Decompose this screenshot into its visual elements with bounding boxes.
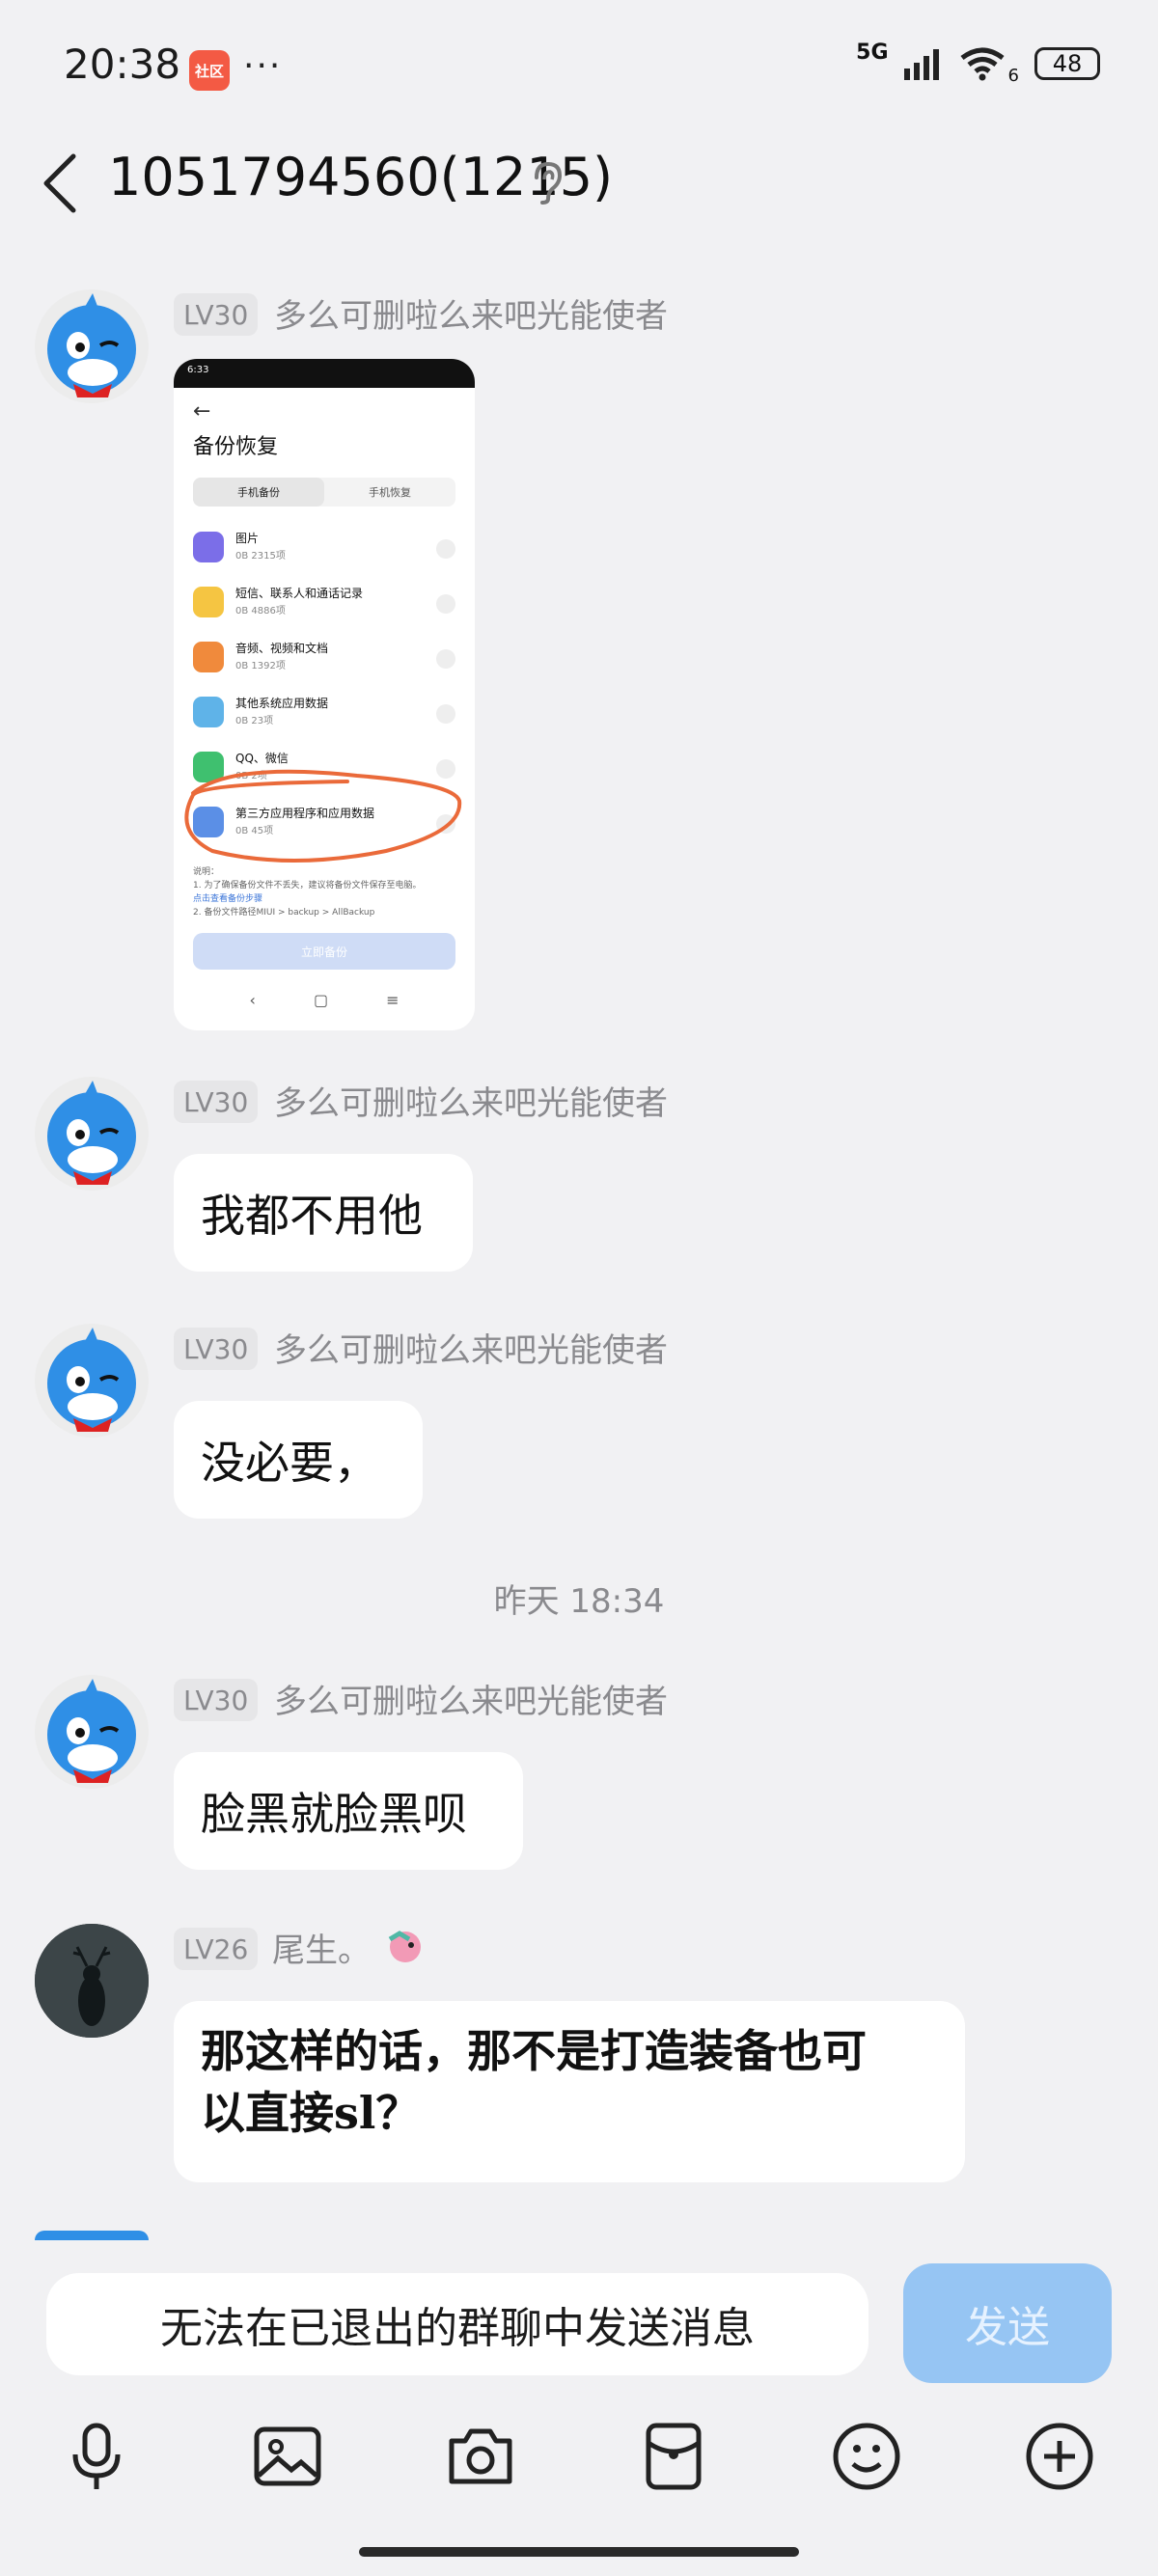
level-badge: LV26 xyxy=(174,1928,259,1970)
message-input[interactable]: 无法在已退出的群聊中发送消息 xyxy=(46,2273,868,2375)
next-message-peek xyxy=(35,2231,149,2240)
sender-name[interactable]: 多么可删啦么来吧光能使者 xyxy=(274,289,668,337)
level-badge: LV30 xyxy=(174,1328,259,1370)
sender-name[interactable]: 尾生。 xyxy=(272,1924,371,1971)
dragon-badge-icon xyxy=(388,1931,421,1962)
sender-name[interactable]: 多么可删啦么来吧光能使者 xyxy=(274,1675,668,1722)
avatar[interactable] xyxy=(35,1675,149,1789)
annotation-circle xyxy=(184,769,462,863)
level-badge: LV30 xyxy=(174,1081,259,1123)
avatar[interactable] xyxy=(35,289,149,403)
avatar[interactable] xyxy=(35,1077,149,1191)
image-message[interactable]: 6:33 ← 备份恢复 手机备份 手机恢复 图片 0B 2315项 短信、联系人和… xyxy=(174,359,475,1030)
sender-name[interactable]: 多么可删啦么来吧光能使者 xyxy=(274,1077,668,1124)
level-badge: LV30 xyxy=(174,1679,259,1721)
battery-icon: 48 xyxy=(1034,47,1100,80)
signal-icon xyxy=(903,49,939,80)
wifi-indicator: 6 xyxy=(1007,65,1019,86)
microphone-icon[interactable] xyxy=(58,2418,135,2495)
message-bubble[interactable]: 我都不用他 xyxy=(174,1154,473,1272)
home-indicator[interactable] xyxy=(359,2547,799,2557)
avatar[interactable] xyxy=(35,1924,149,2038)
more-notifications: ··· xyxy=(243,46,283,86)
status-time: 20:38 xyxy=(64,41,181,88)
red-packet-icon[interactable] xyxy=(635,2418,712,2495)
back-arrow-icon[interactable] xyxy=(39,152,81,214)
avatar[interactable] xyxy=(35,1324,149,1438)
timestamp: 昨天 18:34 xyxy=(493,1582,665,1621)
send-button[interactable]: 发送 xyxy=(903,2263,1112,2383)
wifi-icon xyxy=(960,47,1005,81)
status-right: 5G 6 48 xyxy=(856,41,1100,86)
camera-icon[interactable] xyxy=(442,2418,519,2495)
message-bubble[interactable]: 没必要， xyxy=(174,1401,423,1519)
message-line-2: 以直接sl？ xyxy=(201,2087,421,2139)
plus-icon[interactable] xyxy=(1021,2418,1098,2495)
sender-name[interactable]: 多么可删啦么来吧光能使者 xyxy=(274,1324,668,1371)
battery-level: 48 xyxy=(1052,50,1083,77)
message-bubble[interactable]: 那这样的话，那不是打造装备也可 以直接sl？ xyxy=(174,2001,965,2182)
ear-icon[interactable] xyxy=(529,160,564,205)
community-app-icon: 社区 xyxy=(189,50,230,91)
image-icon[interactable] xyxy=(249,2418,326,2495)
message-line-1: 那这样的话，那不是打造装备也可 xyxy=(201,2025,867,2077)
emoji-icon[interactable] xyxy=(828,2418,905,2495)
network-type: 5G xyxy=(856,40,889,65)
message-bubble[interactable]: 脸黑就脸黑呗 xyxy=(174,1752,523,1870)
level-badge: LV30 xyxy=(174,293,259,336)
